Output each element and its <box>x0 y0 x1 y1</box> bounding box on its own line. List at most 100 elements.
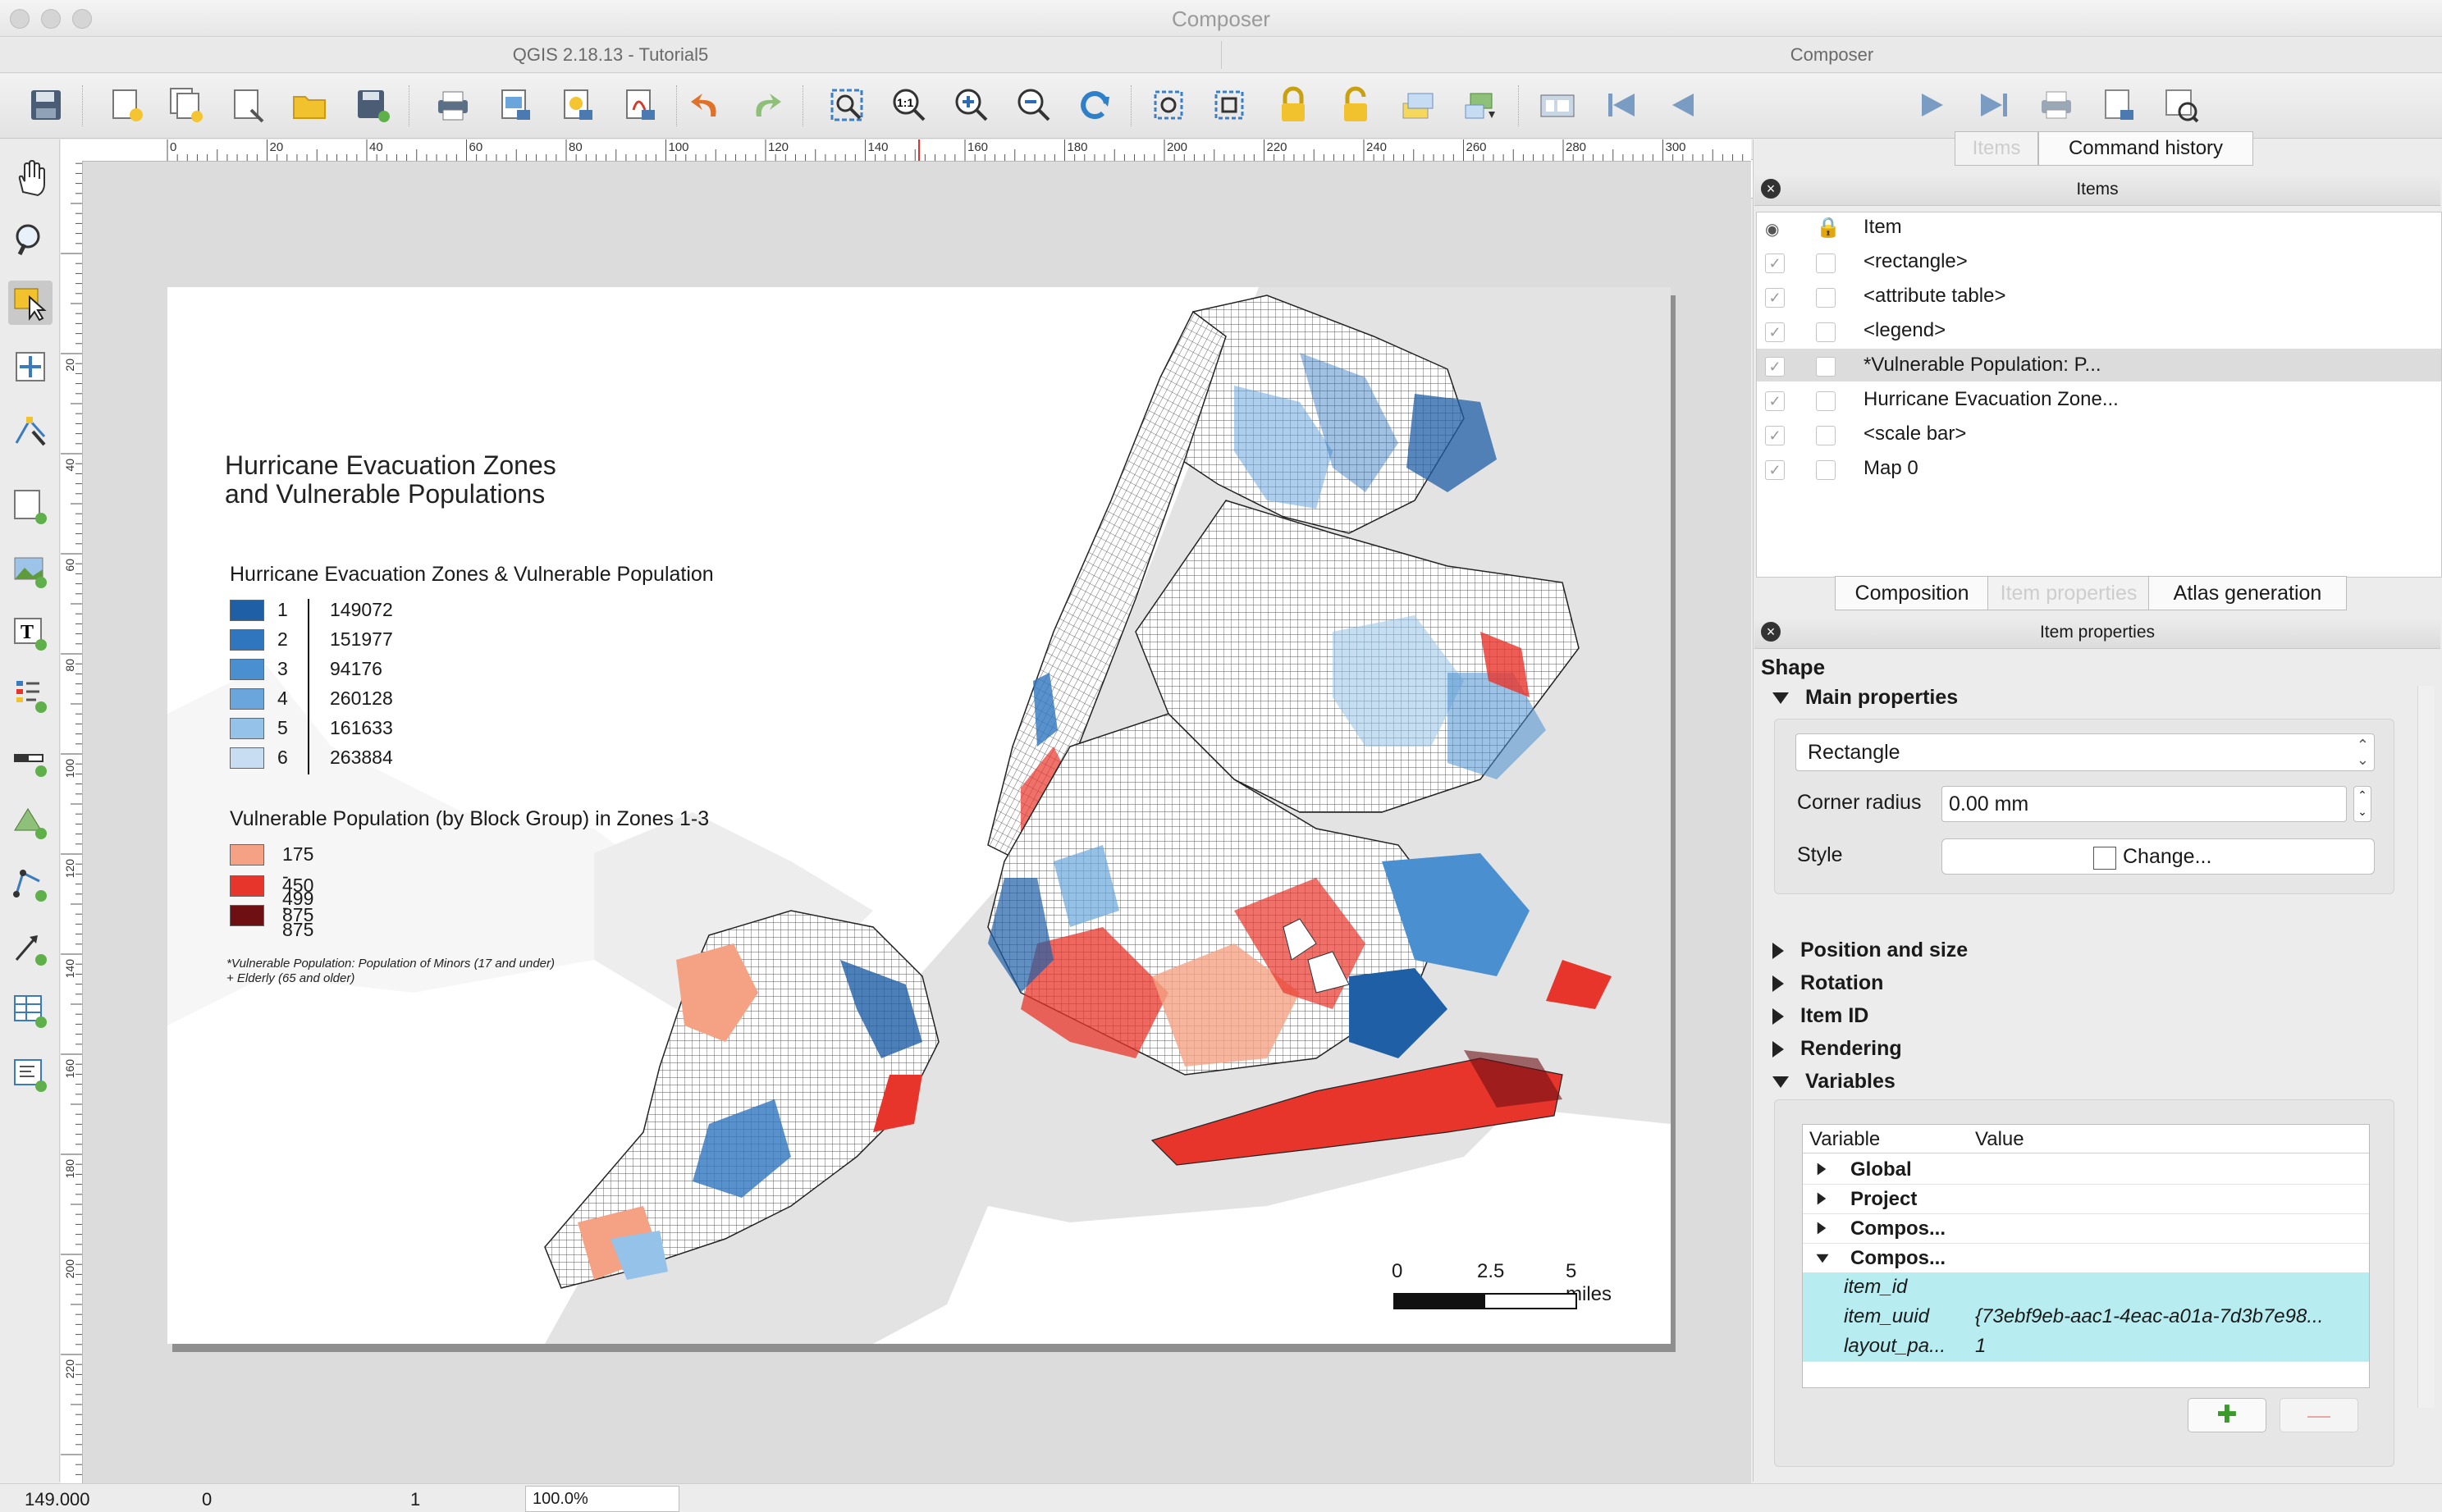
add-arrow-icon[interactable] <box>8 925 53 970</box>
unlock-icon[interactable] <box>1333 82 1379 128</box>
add-legend-icon[interactable] <box>8 673 53 717</box>
print-icon[interactable] <box>430 82 476 128</box>
visibility-checkbox[interactable]: ✓ <box>1765 426 1785 445</box>
variable-group-row[interactable]: Global <box>1803 1154 2369 1185</box>
last-feature-icon[interactable] <box>1971 82 2017 128</box>
visibility-checkbox[interactable]: ✓ <box>1765 288 1785 308</box>
duplicate-composer-icon[interactable] <box>164 82 210 128</box>
corner-radius-stepper[interactable]: ⌃ ⌄ <box>2353 786 2371 822</box>
lock-checkbox[interactable] <box>1816 426 1836 445</box>
tab-item-properties[interactable]: Item properties <box>1987 576 2150 610</box>
export-image-icon[interactable] <box>492 82 538 128</box>
zoom-level-select[interactable]: 100.0% <box>525 1486 679 1512</box>
atlas-settings-2-icon[interactable] <box>2158 82 2204 128</box>
items-list-row[interactable]: ✓ Hurricane Evacuation Zone... <box>1757 383 2441 416</box>
tab-qgis-project[interactable]: QGIS 2.18.13 - Tutorial5 <box>0 44 1221 66</box>
save-icon[interactable] <box>23 82 69 128</box>
items-list-row[interactable]: ✓ Map 0 <box>1757 452 2441 485</box>
add-shape-icon[interactable] <box>8 799 53 843</box>
next-feature-icon[interactable] <box>1909 82 1955 128</box>
select-all-icon[interactable] <box>1146 82 1191 128</box>
scale-bar[interactable]: 0 2.5 5 miles <box>1392 1260 1612 1309</box>
section-row[interactable]: Position and size <box>1772 939 1968 962</box>
refresh-icon[interactable] <box>1072 82 1118 128</box>
visibility-checkbox[interactable]: ✓ <box>1765 254 1785 273</box>
items-list-row[interactable]: ✓ <rectangle> <box>1757 245 2441 278</box>
properties-scrollbar[interactable] <box>2417 686 2435 1408</box>
section-row[interactable]: Item ID <box>1772 1004 1868 1028</box>
add-nodes-icon[interactable] <box>8 861 53 906</box>
map-title[interactable]: Hurricane Evacuation Zones and Vulnerabl… <box>225 451 556 509</box>
add-table-icon[interactable] <box>8 988 53 1032</box>
style-change-button[interactable]: Change... <box>1941 838 2375 875</box>
lock-checkbox[interactable] <box>1816 322 1836 342</box>
vertical-ruler[interactable]: 20 40 60 80 100 120 140 160 180 200 220 <box>61 161 83 1483</box>
horizontal-ruler[interactable]: 0 20 40 60 80 100 120 140 160 180 200 220 240 260 280 3… <box>61 139 1751 162</box>
tab-command-history[interactable]: Command history <box>2038 131 2253 166</box>
add-image-icon[interactable] <box>8 548 53 592</box>
export-pdf-icon[interactable] <box>617 82 663 128</box>
composer-manager-icon[interactable] <box>225 82 271 128</box>
lock-checkbox[interactable] <box>1816 254 1836 273</box>
variables-table[interactable]: Variable Value Global Project Compos... … <box>1802 1124 2370 1388</box>
items-tree[interactable]: ◉ 🔒 Item ✓ <rectangle> ✓ <attribute table> ✓… <box>1756 212 2442 578</box>
footnote-label[interactable]: *Vulnerable Population: Population of Mi… <box>226 957 555 986</box>
section-row[interactable]: Rotation <box>1772 971 1883 995</box>
add-map-icon[interactable] <box>8 484 53 528</box>
print-atlas-icon[interactable] <box>2033 82 2079 128</box>
open-template-icon[interactable] <box>287 82 333 128</box>
pan-icon[interactable] <box>8 156 53 200</box>
first-feature-icon[interactable] <box>1598 82 1644 128</box>
lock-checkbox[interactable] <box>1816 288 1836 308</box>
tab-composer[interactable]: Composer <box>1222 44 2442 66</box>
add-label-icon[interactable]: T <box>8 610 53 655</box>
previous-feature-icon[interactable] <box>1661 82 1707 128</box>
lower-icon[interactable] <box>1457 82 1503 128</box>
redo-icon[interactable] <box>743 82 789 128</box>
deselect-all-icon[interactable] <box>1206 82 1252 128</box>
tab-atlas-generation[interactable]: Atlas generation <box>2148 576 2347 610</box>
items-list-row[interactable]: ✓ <scale bar> <box>1757 418 2441 450</box>
atlas-settings-icon[interactable] <box>1534 82 1580 128</box>
main-properties-section[interactable]: Main properties <box>1772 686 1958 710</box>
export-atlas-icon[interactable] <box>2096 82 2142 128</box>
items-list-row[interactable]: ✓ <attribute table> <box>1757 280 2441 313</box>
visibility-checkbox[interactable]: ✓ <box>1765 322 1785 342</box>
zoom-full-icon[interactable] <box>824 82 870 128</box>
select-move-icon[interactable] <box>8 281 53 325</box>
tab-items[interactable]: Items <box>1955 131 2038 166</box>
export-svg-icon[interactable] <box>555 82 601 128</box>
section-row[interactable]: Variables <box>1772 1070 1896 1094</box>
corner-radius-input[interactable]: 0.00 mm <box>1941 786 2347 822</box>
zoom-in-icon[interactable] <box>949 82 995 128</box>
tab-composition[interactable]: Composition <box>1835 576 1989 610</box>
items-list-row[interactable]: ✓ <legend> <box>1757 314 2441 347</box>
zoom-actual-icon[interactable]: 1:1 <box>886 82 932 128</box>
variable-group-row[interactable]: Compos... <box>1803 1243 2369 1273</box>
undo-icon[interactable] <box>683 82 729 128</box>
lock-checkbox[interactable] <box>1816 391 1836 411</box>
zoom-tool-icon[interactable] <box>8 218 53 263</box>
variable-row[interactable]: layout_pa... 1 <box>1803 1332 2369 1362</box>
visibility-checkbox[interactable]: ✓ <box>1765 460 1785 480</box>
new-composer-icon[interactable] <box>103 82 149 128</box>
variable-group-row[interactable]: Project <box>1803 1184 2369 1214</box>
section-row[interactable]: Rendering <box>1772 1037 1902 1061</box>
variable-row[interactable]: item_uuid {73ebf9eb-aac1-4eac-a01a-7d3b7e… <box>1803 1302 2369 1332</box>
lock-checkbox[interactable] <box>1816 357 1836 377</box>
save-template-icon[interactable] <box>350 82 396 128</box>
add-scalebar-icon[interactable] <box>8 737 53 781</box>
add-variable-button[interactable]: ✚ <box>2188 1398 2266 1432</box>
composer-page[interactable]: Hurricane Evacuation Zones and Vulnerabl… <box>167 287 1671 1344</box>
raise-icon[interactable] <box>1395 82 1441 128</box>
remove-variable-button[interactable]: — <box>2280 1398 2358 1432</box>
visibility-checkbox[interactable]: ✓ <box>1765 391 1785 411</box>
add-html-icon[interactable] <box>8 1052 53 1096</box>
visibility-checkbox[interactable]: ✓ <box>1765 357 1785 377</box>
lock-icon[interactable] <box>1270 82 1316 128</box>
variable-row[interactable]: item_id <box>1803 1272 2369 1303</box>
shape-type-select[interactable]: Rectangle ⌃ ⌄ <box>1795 733 2375 771</box>
edit-nodes-icon[interactable] <box>8 409 53 453</box>
move-content-icon[interactable] <box>8 345 53 389</box>
items-list-row[interactable]: ✓ *Vulnerable Population: P... <box>1757 349 2441 381</box>
